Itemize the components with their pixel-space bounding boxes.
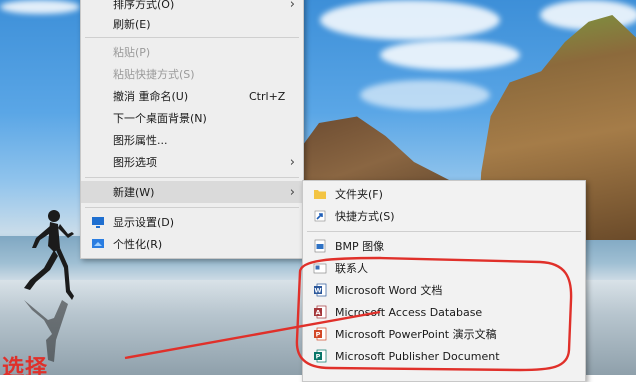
menu-item-label: Microsoft Publisher Document — [335, 349, 500, 363]
menu-item-label: 显示设置(D) — [113, 216, 175, 229]
folder-icon — [314, 190, 326, 199]
menu-item-new[interactable]: 新建(W) › — [81, 181, 303, 203]
menu-item-label: 快捷方式(S) — [335, 210, 395, 223]
shortcut-icon — [314, 210, 326, 222]
submenu-item-publisher[interactable]: P Microsoft Publisher Document — [303, 345, 585, 367]
menu-separator — [307, 231, 581, 232]
menu-item-next-background[interactable]: 下一个桌面背景(N) — [81, 107, 303, 129]
chevron-right-icon: › — [289, 184, 295, 200]
menu-item-paste[interactable]: 粘贴(P) — [81, 41, 303, 63]
display-icon — [92, 217, 104, 228]
chevron-right-icon: › — [289, 154, 295, 170]
submenu-item-folder[interactable]: 文件夹(F) — [303, 183, 585, 205]
svg-text:A: A — [315, 309, 320, 317]
submenu-item-powerpoint[interactable]: P Microsoft PowerPoint 演示文稿 — [303, 323, 585, 345]
runner-silhouette — [24, 210, 74, 300]
desktop-context-menu: 排序方式(O) › 刷新(E) 粘贴(P) 粘贴快捷方式(S) 撤消 重命名(U… — [80, 0, 304, 259]
bmp-icon — [314, 239, 326, 253]
menu-item-graphics-properties[interactable]: 图形属性... — [81, 129, 303, 151]
menu-item-shortcut: Ctrl+Z — [249, 89, 286, 103]
menu-item-graphics-options[interactable]: 图形选项 › — [81, 151, 303, 173]
submenu-item-access[interactable]: A Microsoft Access Database — [303, 301, 585, 323]
submenu-item-bmp[interactable]: BMP 图像 — [303, 235, 585, 257]
menu-separator — [85, 207, 299, 208]
svg-text:P: P — [316, 353, 321, 361]
svg-text:P: P — [316, 331, 321, 339]
menu-item-label: 排序方式(O) — [113, 0, 175, 11]
menu-item-label: 粘贴(P) — [113, 46, 151, 59]
menu-item-display-settings[interactable]: 显示设置(D) — [81, 211, 303, 233]
menu-item-personalize[interactable]: 个性化(R) — [81, 233, 303, 255]
menu-item-label: Microsoft Word 文档 — [335, 284, 443, 297]
menu-separator — [85, 177, 299, 178]
contact-icon — [313, 263, 327, 274]
access-icon: A — [314, 305, 327, 319]
cloud — [360, 80, 490, 110]
personalize-icon — [92, 239, 104, 248]
powerpoint-icon: P — [314, 327, 327, 341]
submenu-item-contact[interactable]: 联系人 — [303, 257, 585, 279]
menu-item-label: 粘贴快捷方式(S) — [113, 68, 195, 81]
publisher-icon: P — [314, 349, 327, 363]
menu-item-label: Microsoft PowerPoint 演示文稿 — [335, 328, 497, 341]
submenu-item-shortcut[interactable]: 快捷方式(S) — [303, 205, 585, 227]
cloud — [380, 40, 520, 70]
menu-item-label: 图形属性... — [113, 134, 168, 147]
menu-item-label: 新建(W) — [113, 186, 155, 199]
word-icon: W — [314, 283, 327, 297]
menu-item-label: 文件夹(F) — [335, 188, 383, 201]
svg-text:W: W — [314, 287, 321, 295]
submenu-item-word[interactable]: W Microsoft Word 文档 — [303, 279, 585, 301]
menu-item-label: 刷新(E) — [113, 18, 151, 31]
menu-item-label: 图形选项 — [113, 156, 157, 169]
menu-separator — [85, 37, 299, 38]
menu-item-undo-rename[interactable]: 撤消 重命名(U) Ctrl+Z — [81, 85, 303, 107]
menu-item-label: 下一个桌面背景(N) — [113, 112, 207, 125]
menu-item-label: 撤消 重命名(U) — [113, 90, 189, 103]
new-submenu: 文件夹(F) 快捷方式(S) BMP 图像 联系人 W Microsoft Wo… — [302, 180, 586, 382]
menu-item-refresh[interactable]: 刷新(E) — [81, 13, 303, 35]
menu-item-label: 个性化(R) — [113, 238, 163, 251]
menu-item-label: BMP 图像 — [335, 240, 385, 253]
chevron-right-icon: › — [289, 0, 295, 12]
cloud — [320, 0, 500, 40]
annotation-text: 选择 — [2, 356, 49, 375]
menu-item-paste-shortcut[interactable]: 粘贴快捷方式(S) — [81, 63, 303, 85]
cloud — [0, 0, 80, 14]
menu-item-label: 联系人 — [335, 262, 368, 275]
menu-item-label: Microsoft Access Database — [335, 305, 483, 319]
